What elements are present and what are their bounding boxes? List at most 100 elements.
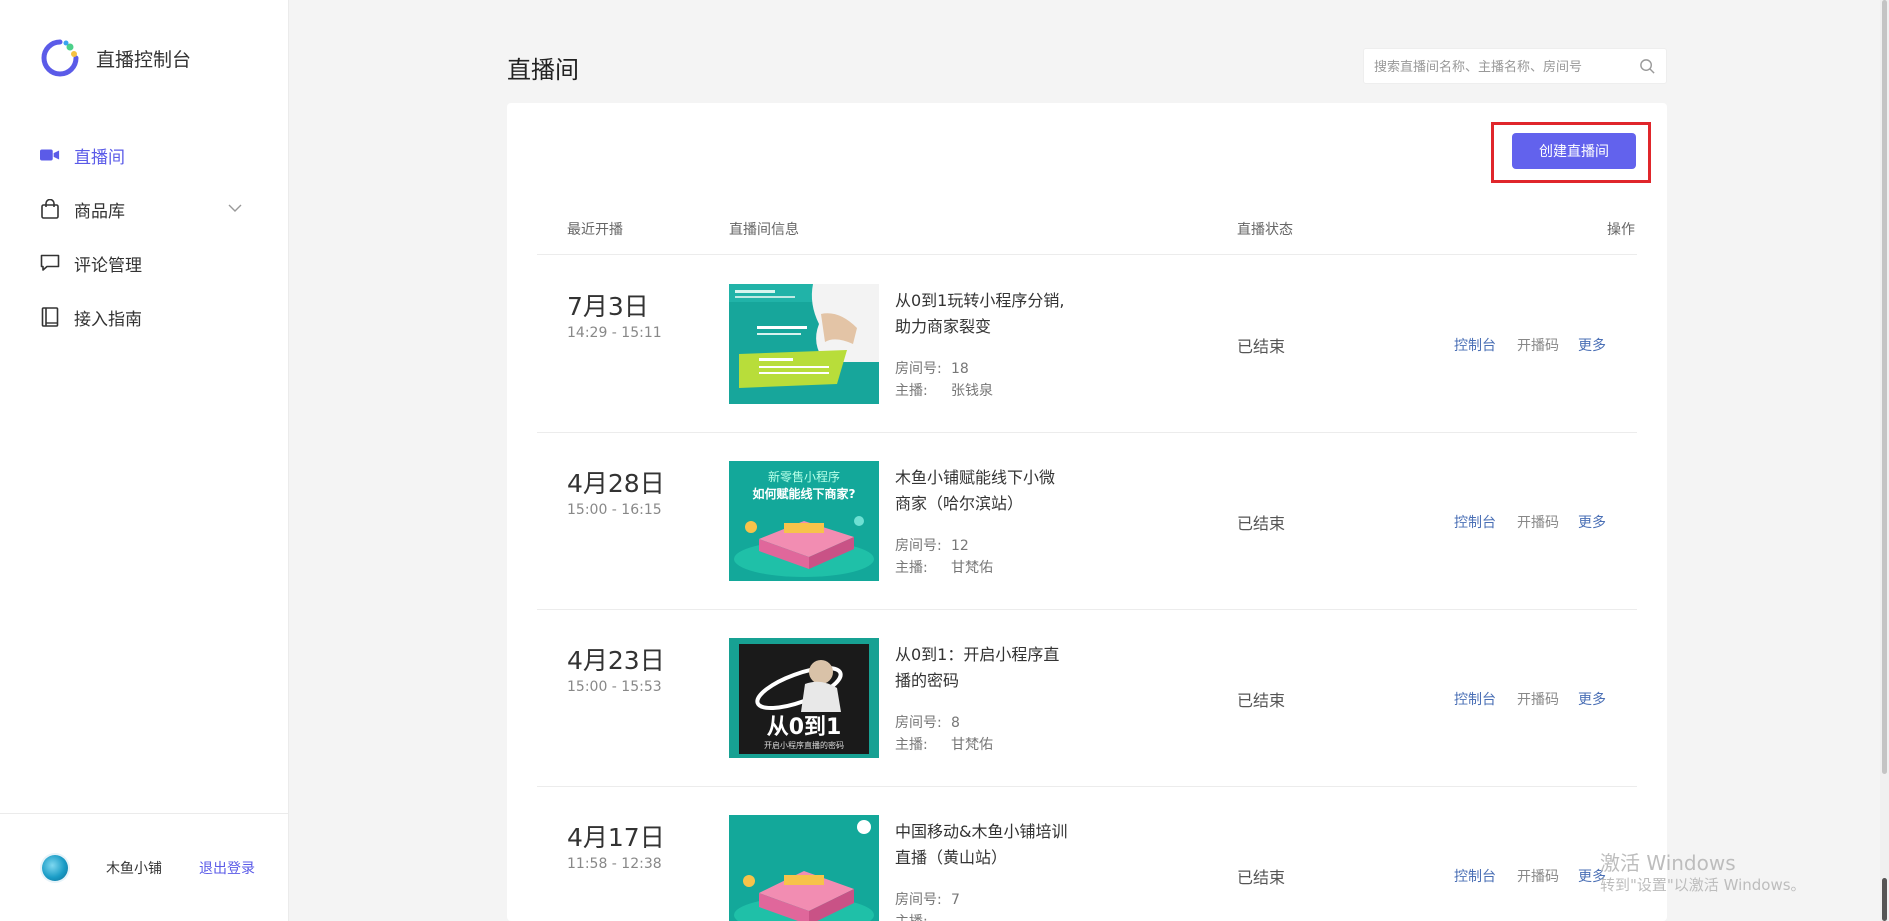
- room-number-line: 房间号: 7: [895, 889, 960, 909]
- status-text: 已结束: [1237, 337, 1286, 356]
- anchor-label: 主播:: [895, 560, 928, 576]
- room-number-line: 房间号: 8: [895, 712, 960, 732]
- status-text: 已结束: [1237, 868, 1286, 887]
- console-link[interactable]: 控制台: [1454, 866, 1496, 886]
- row-time: 11:58 - 12:38: [567, 856, 662, 872]
- room-number: 12: [951, 538, 969, 554]
- search-box: [1363, 48, 1667, 85]
- row-time: 14:29 - 15:11: [567, 325, 662, 341]
- search-icon[interactable]: [1639, 58, 1656, 75]
- sidebar: 直播控制台 直播间 商品库 评论管理 接入指南 木鱼小铺 退出登录: [0, 0, 289, 921]
- column-header: 操作: [1607, 222, 1635, 238]
- table-row: 7月3日 14:29 - 15:11 从0到1玩转小程序分销,助力商家裂变 房间…: [537, 255, 1637, 433]
- room-number-label: 房间号:: [895, 715, 942, 731]
- more-link[interactable]: 更多: [1578, 689, 1606, 709]
- anchor-line: 主播: 甘梵佑: [895, 557, 993, 577]
- console-link[interactable]: 控制台: [1454, 335, 1496, 355]
- thumbnail-text: 从0到1: [767, 715, 842, 740]
- sidebar-item-label: 评论管理: [74, 255, 142, 276]
- anchor-label: 主播:: [895, 911, 951, 921]
- thumbnail-text: 新零售小程序: [768, 469, 840, 484]
- anchor-line: 主播: 甘梵佑: [895, 734, 993, 754]
- avatar: [42, 855, 68, 881]
- thumbnail-text: 开启小程序直播的密码: [764, 740, 844, 750]
- sidebar-item-comments[interactable]: 评论管理: [0, 236, 288, 290]
- table-row: 4月17日 11:58 - 12:38 中国移动&木鱼小铺培训直播（黄山站） 房…: [537, 786, 1637, 921]
- video-camera-icon: [40, 145, 60, 165]
- shopping-bag-icon: [40, 199, 60, 219]
- room-title: 从0到1：开启小程序直播的密码: [895, 645, 1060, 690]
- row-date: 4月23日: [567, 646, 665, 675]
- page-scrollbar[interactable]: [1880, 0, 1889, 921]
- anchor-line: 主播: 张钱泉: [895, 380, 993, 400]
- chevron-down-icon[interactable]: [226, 199, 244, 217]
- room-number-label: 房间号:: [895, 361, 942, 377]
- sidebar-item-label: 接入指南: [74, 309, 142, 330]
- row-date: 4月17日: [567, 823, 665, 852]
- logo: 直播控制台: [40, 38, 191, 78]
- room-thumbnail[interactable]: [729, 284, 879, 404]
- live-code-link[interactable]: 开播码: [1517, 689, 1559, 709]
- shop-name: 木鱼小铺: [106, 861, 162, 877]
- room-thumbnail[interactable]: 从0到1 开启小程序直播的密码: [729, 638, 879, 758]
- room-thumbnail[interactable]: [729, 815, 879, 921]
- sidebar-nav: 直播间 商品库 评论管理 接入指南: [0, 128, 288, 344]
- logout-link[interactable]: 退出登录: [199, 858, 255, 878]
- room-title: 木鱼小铺赋能线下小微商家（哈尔滨站）: [895, 468, 1056, 513]
- room-number: 18: [951, 361, 969, 377]
- scrollbar-thumb[interactable]: [1882, 0, 1887, 774]
- row-time: 15:00 - 15:53: [567, 679, 662, 695]
- app-logo-icon: [41, 39, 79, 77]
- more-link[interactable]: 更多: [1578, 335, 1606, 355]
- room-number-label: 房间号:: [895, 538, 942, 554]
- activation-watermark-title: 激活 Windows: [1600, 851, 1736, 875]
- anchor-label: 主播:: [895, 737, 928, 753]
- row-date: 7月3日: [567, 292, 649, 321]
- column-header: 最近开播: [567, 222, 623, 238]
- live-code-link[interactable]: 开播码: [1517, 866, 1559, 886]
- sidebar-item-guide[interactable]: 接入指南: [0, 290, 288, 344]
- live-room-card: 创建直播间 最近开播 直播间信息 直播状态 操作 7月3日 14:29 - 15…: [507, 103, 1667, 921]
- anchor-name: 张钱泉: [951, 383, 993, 399]
- console-link[interactable]: 控制台: [1454, 689, 1496, 709]
- scrollbar-handle[interactable]: [1882, 878, 1887, 921]
- more-link[interactable]: 更多: [1578, 512, 1606, 532]
- live-code-link[interactable]: 开播码: [1517, 512, 1559, 532]
- create-live-room-button[interactable]: 创建直播间: [1512, 133, 1636, 169]
- sidebar-item-product-library[interactable]: 商品库: [0, 182, 288, 236]
- room-title: 中国移动&木鱼小铺培训直播（黄山站）: [895, 822, 1068, 867]
- room-title: 从0到1玩转小程序分销,助力商家裂变: [895, 291, 1065, 336]
- status-text: 已结束: [1237, 691, 1286, 710]
- console-link[interactable]: 控制台: [1454, 512, 1496, 532]
- room-number-line: 房间号: 18: [895, 358, 969, 378]
- room-number: 7: [951, 892, 960, 908]
- room-number-label: 房间号:: [895, 892, 942, 908]
- sidebar-footer: 木鱼小铺 退出登录: [0, 813, 288, 921]
- book-icon: [40, 307, 60, 327]
- anchor-line: 主播:: [895, 911, 951, 921]
- row-date: 4月28日: [567, 469, 665, 498]
- column-header: 直播状态: [1237, 222, 1293, 238]
- thumbnail-text: 如何赋能线下商家?: [753, 486, 856, 501]
- table-row: 4月23日 15:00 - 15:53 从0到1 开启小程序直播的密码 从0到1…: [537, 609, 1637, 787]
- search-input[interactable]: [1364, 49, 1626, 85]
- column-header: 直播间信息: [729, 222, 799, 238]
- room-number: 8: [951, 715, 960, 731]
- table-row: 4月28日 15:00 - 16:15 新零售小程序 如何赋能线下商家? 木鱼小…: [537, 432, 1637, 610]
- room-thumbnail[interactable]: 新零售小程序 如何赋能线下商家?: [729, 461, 879, 581]
- live-code-link[interactable]: 开播码: [1517, 335, 1559, 355]
- app-title: 直播控制台: [96, 48, 192, 71]
- anchor-label: 主播:: [895, 383, 928, 399]
- activation-watermark-hint: 转到"设置"以激活 Windows。: [1600, 876, 1806, 894]
- sidebar-item-label: 商品库: [74, 201, 125, 222]
- comment-icon: [40, 253, 60, 273]
- room-number-line: 房间号: 12: [895, 535, 969, 555]
- sidebar-item-label: 直播间: [74, 147, 125, 168]
- table-header: 最近开播 直播间信息 直播状态 操作: [537, 219, 1637, 255]
- row-time: 15:00 - 16:15: [567, 502, 662, 518]
- sidebar-item-live-rooms[interactable]: 直播间: [0, 128, 288, 182]
- anchor-name: 甘梵佑: [951, 560, 993, 576]
- anchor-name: 甘梵佑: [951, 737, 993, 753]
- status-text: 已结束: [1237, 514, 1286, 533]
- page-title: 直播间: [507, 56, 579, 84]
